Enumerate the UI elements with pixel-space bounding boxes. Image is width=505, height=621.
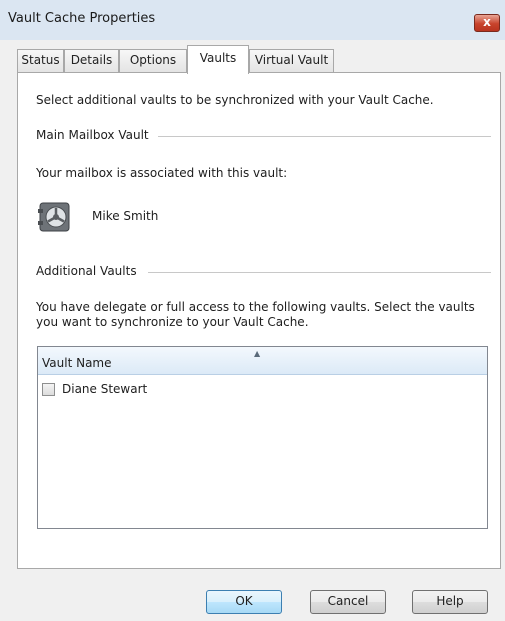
tab-options[interactable]: Options bbox=[119, 49, 187, 73]
tab-status-label: Status bbox=[21, 53, 60, 67]
column-header-vault-name[interactable]: ▲ Vault Name bbox=[38, 347, 487, 375]
vault-owner-name: Mike Smith bbox=[92, 209, 159, 223]
tab-virtual-vault[interactable]: Virtual Vault bbox=[249, 49, 334, 73]
additional-vaults-list[interactable]: ▲ Vault Name Diane Stewart bbox=[37, 346, 488, 529]
cancel-button[interactable]: Cancel bbox=[310, 590, 386, 614]
vault-cache-properties-window: Vault Cache Properties x Status Details … bbox=[0, 0, 505, 621]
title-bar[interactable]: Vault Cache Properties x bbox=[0, 0, 505, 40]
tab-options-label: Options bbox=[129, 53, 177, 67]
help-button-label: Help bbox=[436, 594, 464, 608]
tab-vaults-label: Vaults bbox=[199, 51, 237, 65]
tab-status[interactable]: Status bbox=[17, 49, 64, 73]
window-title: Vault Cache Properties bbox=[8, 11, 156, 26]
tab-vaults[interactable]: Vaults bbox=[187, 45, 249, 74]
help-button[interactable]: Help bbox=[412, 590, 488, 614]
main-section-divider bbox=[158, 136, 491, 137]
close-button[interactable]: x bbox=[474, 14, 500, 32]
cancel-button-label: Cancel bbox=[327, 594, 369, 608]
additional-section-divider bbox=[148, 272, 491, 273]
intro-text: Select additional vaults to be synchroni… bbox=[36, 93, 434, 107]
sort-ascending-icon: ▲ bbox=[254, 349, 261, 358]
list-item-label: Diane Stewart bbox=[62, 382, 148, 396]
associated-vault-text: Your mailbox is associated with this vau… bbox=[36, 166, 288, 180]
additional-vaults-description-line1: You have delegate or full access to the … bbox=[36, 300, 475, 314]
ok-button-label: OK bbox=[235, 594, 253, 608]
close-icon: x bbox=[483, 15, 491, 29]
additional-vaults-heading: Additional Vaults bbox=[36, 264, 137, 278]
vault-checkbox[interactable] bbox=[42, 383, 55, 396]
additional-vaults-description-line2: you want to synchronize to your Vault Ca… bbox=[36, 315, 309, 329]
vault-safe-icon bbox=[38, 202, 70, 232]
tab-virtual-vault-label: Virtual Vault bbox=[254, 53, 329, 67]
tab-details-label: Details bbox=[70, 53, 113, 67]
tab-details[interactable]: Details bbox=[64, 49, 119, 73]
vaults-tab-panel: Select additional vaults to be synchroni… bbox=[17, 72, 501, 569]
column-header-label: Vault Name bbox=[42, 356, 112, 370]
ok-button[interactable]: OK bbox=[206, 590, 282, 614]
main-mailbox-vault-heading: Main Mailbox Vault bbox=[36, 128, 149, 142]
